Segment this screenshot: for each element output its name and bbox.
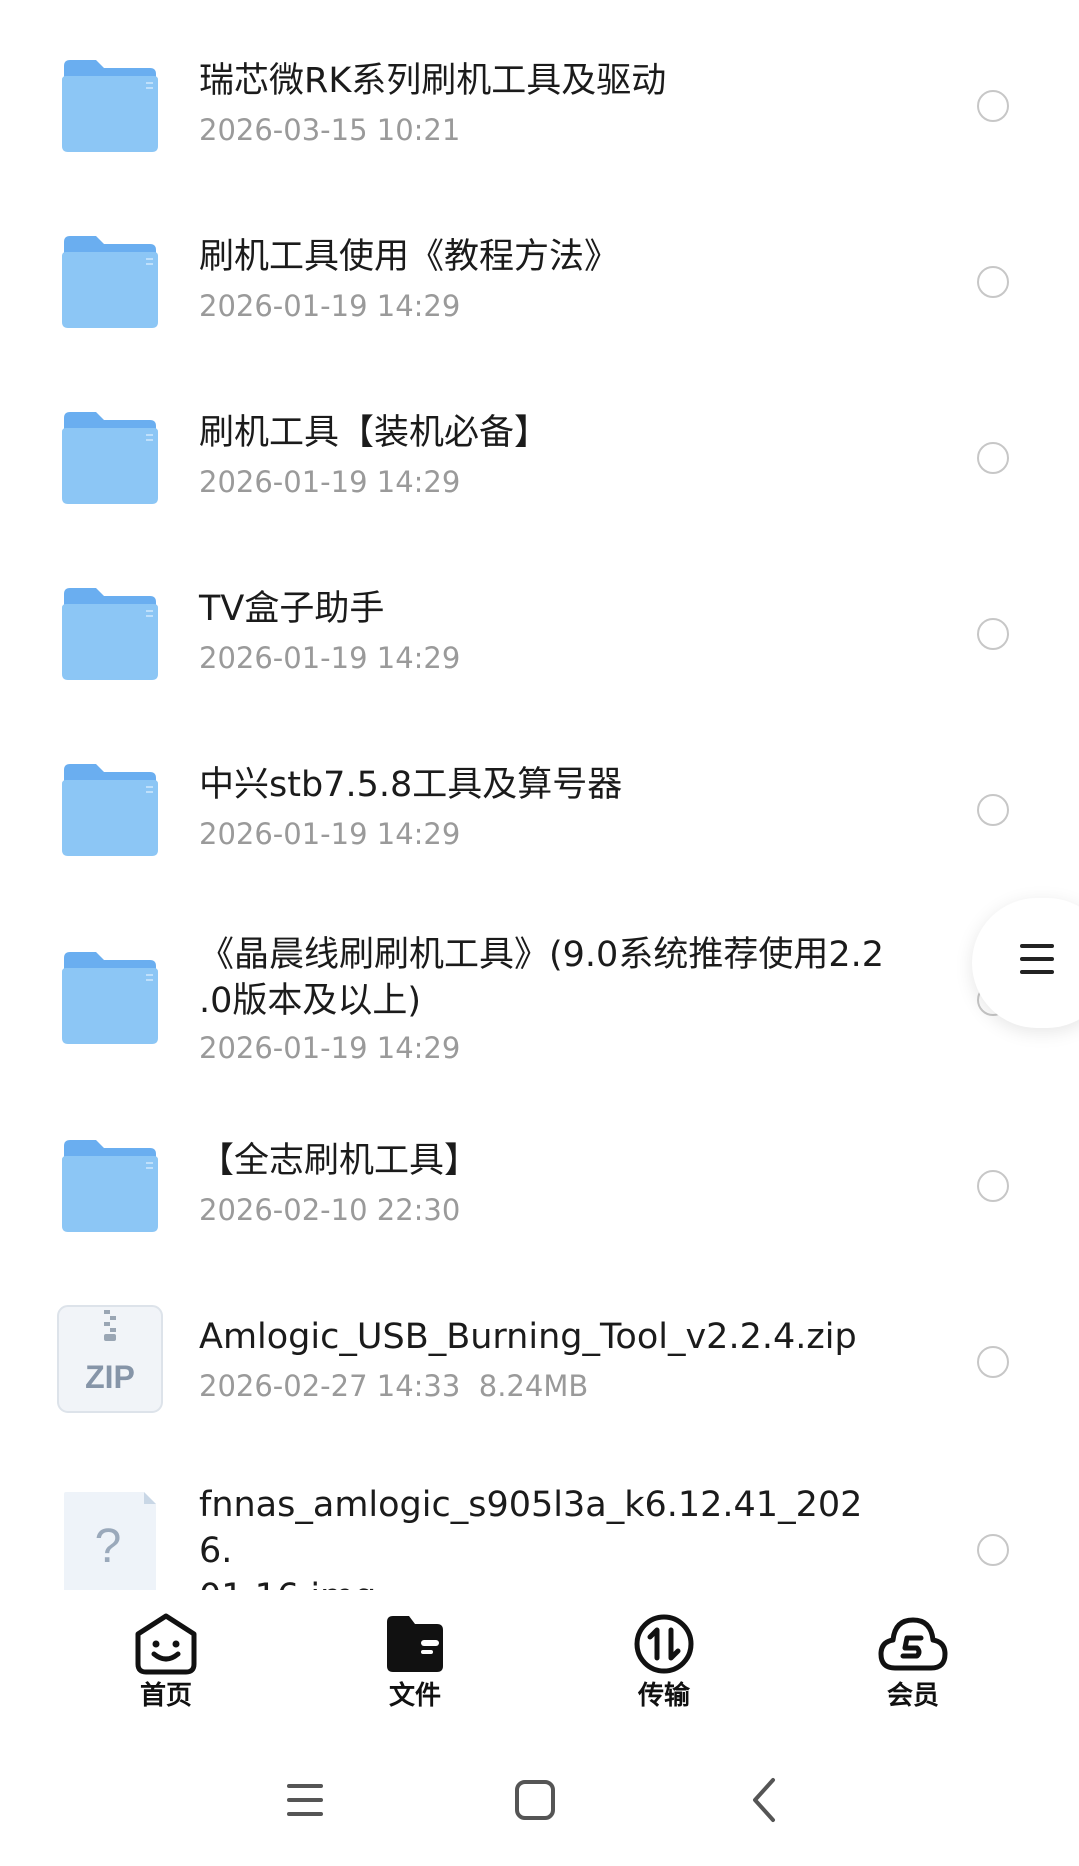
tab-home[interactable]: 首页 [106,1612,226,1722]
menu-icon [1020,944,1054,976]
folder-icon [62,588,158,680]
tab-label: 传输 [637,1681,690,1711]
file-date: 2026-01-19 14:29 [199,817,461,851]
file-date: 2026-02-27 14:33 [199,1369,461,1403]
file-size: 8.24MB [478,1369,589,1403]
file-name: 刷机工具【装机必备】 [199,413,550,453]
folder-icon [62,236,158,328]
list-item[interactable]: 刷机工具【装机必备】 2026-01-19 14:29 [0,370,1079,546]
zip-label: ZIP [85,1359,135,1395]
file-date: 2026-02-10 22:30 [199,1193,461,1227]
folder-icon [62,764,158,856]
bottom-tab-bar: 首页 文件 传输 会员 [0,1590,1079,1740]
screen: 瑞芯微RK系列刷机工具及驱动 2026-03-15 10:21 刷机工具使用《教… [0,0,1079,1866]
home-square-icon[interactable] [505,1770,565,1830]
file-date: 2026-03-15 10:21 [199,113,461,147]
list-item[interactable]: ? fnnas_amlogic_s905l3a_k6.12.41_2026. 0… [0,1450,1079,1590]
transfer-icon [634,1614,694,1674]
file-name: fnnas_amlogic_s905l3a_k6.12.41_2026. 01.… [199,1485,863,1590]
tab-label: 文件 [388,1681,441,1711]
tab-label: 首页 [139,1681,192,1711]
unknown-label: ? [95,1520,122,1573]
file-name: 瑞芯微RK系列刷机工具及驱动 [199,61,667,101]
file-name: TV盒子助手 [199,589,385,629]
back-icon[interactable] [735,1770,795,1830]
list-item[interactable]: 《晶晨线刷刷机工具》(9.0系统推荐使用2.2 .0版本及以上) 2026-01… [0,898,1079,1098]
file-date: 2026-01-19 14:29 [199,289,461,323]
list-item[interactable]: 中兴stb7.5.8工具及算号器 2026-01-19 14:29 [0,722,1079,898]
list-item[interactable]: 刷机工具使用《教程方法》 2026-01-19 14:29 [0,194,1079,370]
select-radio[interactable] [977,266,1009,298]
file-name: 中兴stb7.5.8工具及算号器 [199,765,623,805]
select-radio[interactable] [977,1534,1009,1566]
select-radio[interactable] [977,1346,1009,1378]
list-item[interactable]: 【全志刷机工具】 2026-02-10 22:30 [0,1098,1079,1274]
list-item[interactable]: ZIP Amlogic_USB_Burning_Tool_v2.2.4.zip … [0,1274,1079,1450]
file-list[interactable]: 瑞芯微RK系列刷机工具及驱动 2026-03-15 10:21 刷机工具使用《教… [0,0,1079,1590]
file-date: 2026-01-19 14:29 [199,465,461,499]
folder-icon [62,412,158,504]
unknown-file-icon: ? [64,1492,156,1590]
select-radio[interactable] [977,618,1009,650]
list-item[interactable]: 瑞芯微RK系列刷机工具及驱动 2026-03-15 10:21 [0,18,1079,194]
zip-file-icon: ZIP [57,1305,163,1413]
select-radio[interactable] [977,794,1009,826]
smile-face-icon [135,1613,197,1675]
file-name: 刷机工具使用《教程方法》 [199,237,620,277]
select-radio[interactable] [977,90,1009,122]
wallet-folder-icon [387,1616,443,1672]
tab-vip[interactable]: 会员 [853,1612,973,1722]
system-nav-bar [0,1740,1079,1866]
file-name: 《晶晨线刷刷机工具》(9.0系统推荐使用2.2 .0版本及以上) [199,935,884,1021]
select-radio[interactable] [977,1170,1009,1202]
file-name: Amlogic_USB_Burning_Tool_v2.2.4.zip [199,1317,857,1357]
file-name: 【全志刷机工具】 [199,1141,480,1181]
tab-files[interactable]: 文件 [355,1612,475,1722]
tab-label: 会员 [886,1681,939,1711]
tab-transfer[interactable]: 传输 [604,1612,724,1722]
list-item[interactable]: TV盒子助手 2026-01-19 14:29 [0,546,1079,722]
select-radio[interactable] [977,442,1009,474]
menu-icon[interactable] [275,1770,335,1830]
folder-icon [62,60,158,152]
folder-icon [62,952,158,1044]
cloud-vip-icon [878,1617,948,1671]
folder-icon [62,1140,158,1232]
file-date: 2026-01-19 14:29 [199,641,461,675]
file-meta: 2026-02-27 14:33 8.24MB [199,1368,588,1404]
file-date: 2026-01-19 14:29 [199,1031,461,1065]
